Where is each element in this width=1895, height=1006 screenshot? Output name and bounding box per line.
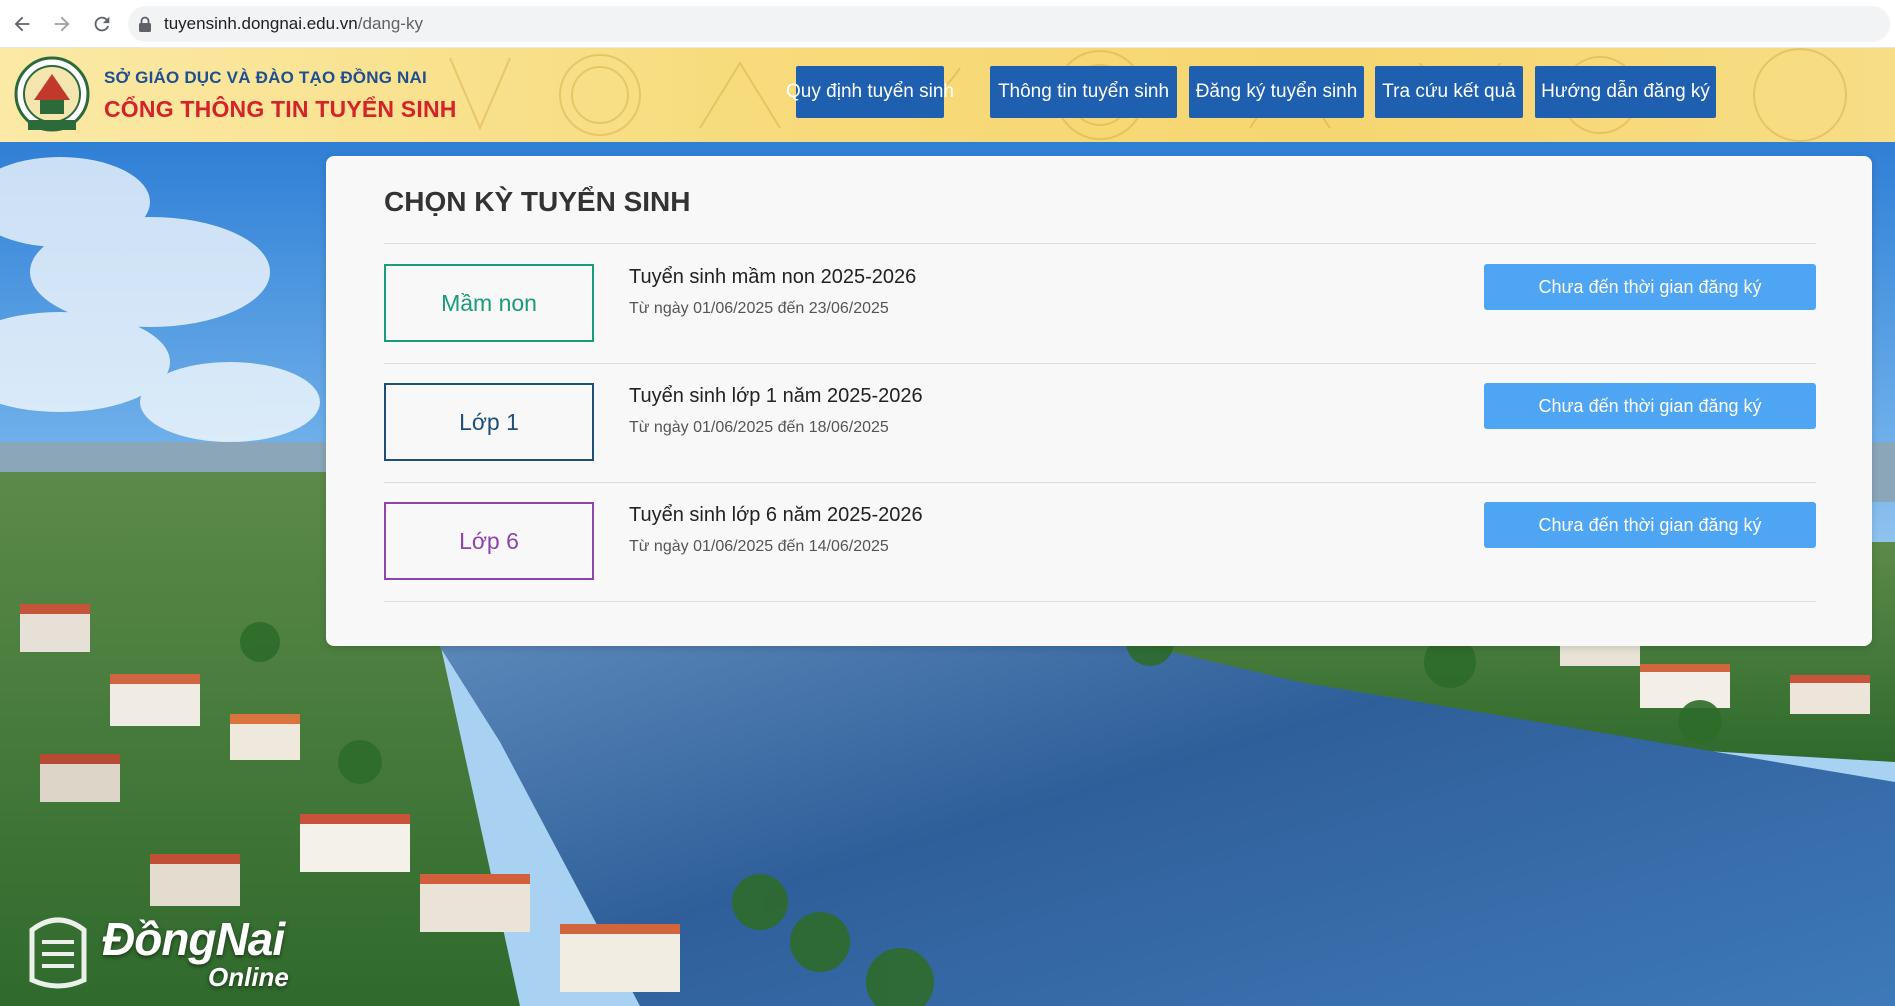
admission-row-lop-1: Lớp 1 Tuyển sinh lớp 1 năm 2025-2026 Từ … <box>384 363 1816 483</box>
level-button-mam-non[interactable]: Mầm non <box>384 264 594 342</box>
reload-button[interactable] <box>84 6 120 42</box>
url-domain: tuyensinh.dongnai.edu.vn <box>164 14 358 33</box>
arrow-right-icon <box>54 16 70 31</box>
watermark-logo-icon <box>29 917 87 989</box>
admission-row-mam-non: Mầm non Tuyển sinh mầm non 2025-2026 Từ … <box>384 244 1816 364</box>
admission-title: Tuyển sinh lớp 6 năm 2025-2026 <box>629 504 923 526</box>
back-button[interactable] <box>4 6 40 42</box>
url-path: /dang-ky <box>357 14 423 33</box>
admission-title: Tuyển sinh lớp 1 năm 2025-2026 <box>629 385 923 407</box>
nav-quy-dinh-tuyen-sinh[interactable]: Quy định tuyển sinh <box>786 66 954 118</box>
level-button-lop-1[interactable]: Lớp 1 <box>384 383 594 461</box>
url-text: tuyensinh.dongnai.edu.vn/dang-ky <box>164 14 423 34</box>
arrow-left-icon <box>14 16 30 31</box>
admission-date-range: Từ ngày 01/06/2025 đến 23/06/2025 <box>629 300 889 317</box>
admission-date-range: Từ ngày 01/06/2025 đến 14/06/2025 <box>629 538 889 555</box>
nav-tra-cuu-ket-qua[interactable]: Tra cứu kết quả <box>1375 66 1523 118</box>
registration-status-button[interactable]: Chưa đến thời gian đăng ký <box>1484 264 1816 310</box>
lock-icon <box>139 16 151 32</box>
reload-icon <box>94 16 110 31</box>
forward-button[interactable] <box>44 6 80 42</box>
site-header: SỞ GIÁO DỤC VÀ ĐÀO TẠO ĐỒNG NAI CỔNG THÔ… <box>0 48 1895 142</box>
brand-portal-title: CỔNG THÔNG TIN TUYỂN SINH <box>104 96 457 122</box>
admission-date-range: Từ ngày 01/06/2025 đến 18/06/2025 <box>629 419 889 436</box>
nav-dang-ky-tuyen-sinh[interactable]: Đăng ký tuyển sinh <box>1189 66 1364 118</box>
nav-huong-dan-dang-ky[interactable]: Hướng dẫn đăng ký <box>1535 66 1716 118</box>
card-title: CHỌN KỲ TUYỂN SINH <box>384 186 691 217</box>
nav-thong-tin-tuyen-sinh[interactable]: Thông tin tuyển sinh <box>990 66 1177 118</box>
registration-status-button[interactable]: Chưa đến thời gian đăng ký <box>1484 383 1816 429</box>
logo <box>14 56 90 132</box>
registration-status-button[interactable]: Chưa đến thời gian đăng ký <box>1484 502 1816 548</box>
watermark: ĐồngNai Online <box>22 910 302 1000</box>
admission-row-lop-6: Lớp 6 Tuyển sinh lớp 6 năm 2025-2026 Từ … <box>384 482 1816 602</box>
browser-toolbar: tuyensinh.dongnai.edu.vn/dang-ky <box>0 0 1895 48</box>
divider <box>384 601 1816 602</box>
watermark-sub-text: Online <box>208 962 289 992</box>
address-bar[interactable]: tuyensinh.dongnai.edu.vn/dang-ky <box>128 6 1890 42</box>
brand-department: SỞ GIÁO DỤC VÀ ĐÀO TẠO ĐỒNG NAI <box>104 68 427 87</box>
level-button-lop-6[interactable]: Lớp 6 <box>384 502 594 580</box>
watermark-main-text: ĐồngNai <box>102 913 285 965</box>
admission-title: Tuyển sinh mầm non 2025-2026 <box>629 266 917 288</box>
admission-card: CHỌN KỲ TUYỂN SINH Mầm non Tuyển sinh mầ… <box>326 156 1872 646</box>
